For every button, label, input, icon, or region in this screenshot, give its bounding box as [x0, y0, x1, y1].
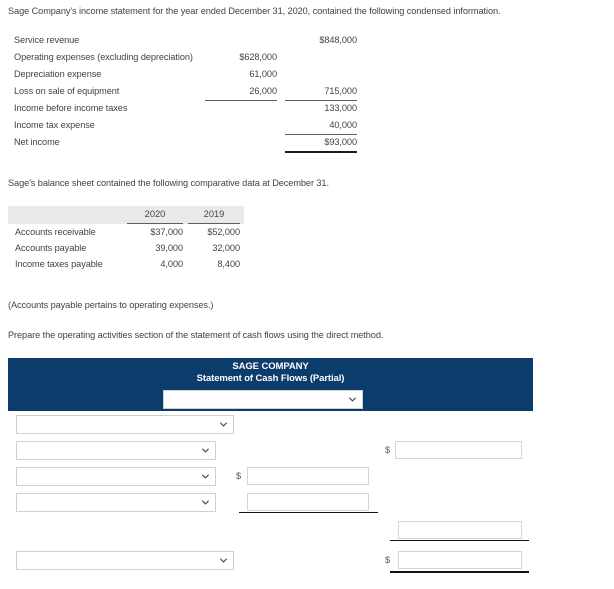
table-row: Accounts payable 39,000 32,000: [8, 240, 244, 256]
cell-2020: 4,000: [160, 259, 183, 269]
line-item-select-wrapper-2[interactable]: [16, 441, 216, 460]
income-statement-row: Net income $93,000: [0, 134, 614, 153]
amount-input-row5-right[interactable]: [398, 521, 522, 539]
cell-2019: $52,000: [207, 227, 240, 237]
row-col2: $848,000: [319, 35, 357, 45]
line-item-select-wrapper-1[interactable]: [16, 415, 234, 434]
line-item-select-3[interactable]: [16, 467, 216, 486]
row-label: Income taxes payable: [15, 259, 103, 269]
row-label: Net income: [14, 137, 60, 147]
dollar-sign-row2-right: $: [385, 445, 391, 455]
cell-2019: 8,400: [217, 259, 240, 269]
statement-title: Statement of Cash Flows (Partial): [196, 373, 345, 384]
cell-2020: $37,000: [150, 227, 183, 237]
row-label: Income before income taxes: [14, 103, 128, 113]
row-label: Loss on sale of equipment: [14, 86, 120, 96]
cell-2020: 39,000: [155, 243, 183, 253]
intro-paragraph: Sage Company's income statement for the …: [8, 6, 501, 16]
dollar-sign-row6-right: $: [385, 555, 391, 565]
company-name: SAGE COMPANY: [232, 361, 309, 372]
row-label: Depreciation expense: [14, 69, 102, 79]
amount-input-row4-mid[interactable]: [247, 493, 369, 511]
column-header-2020: 2020: [127, 207, 183, 224]
worksheet-page: Sage Company's income statement for the …: [0, 0, 614, 589]
income-statement-row: Depreciation expense 61,000: [0, 66, 614, 83]
income-statement-row: Income tax expense 40,000: [0, 117, 614, 135]
cell-2019: 32,000: [212, 243, 240, 253]
row-col2: 133,000: [324, 103, 357, 113]
instruction-paragraph: Prepare the operating activities section…: [8, 330, 384, 340]
table-row: Accounts receivable $37,000 $52,000: [8, 224, 244, 240]
row-col1: 61,000: [249, 69, 277, 79]
row-label: Operating expenses (excluding depreciati…: [14, 52, 193, 62]
income-statement-row: Loss on sale of equipment 26,000 715,000: [0, 83, 614, 101]
statement-section-select-wrapper[interactable]: [163, 390, 363, 409]
column-header-2019: 2019: [188, 207, 240, 224]
income-statement-row: Operating expenses (excluding depreciati…: [0, 49, 614, 66]
line-item-select-6[interactable]: [16, 551, 234, 570]
row-label: Income tax expense: [14, 120, 95, 130]
accounts-payable-note: (Accounts payable pertains to operating …: [8, 300, 214, 310]
table-row: Income taxes payable 4,000 8,400: [8, 256, 244, 272]
line-item-select-1[interactable]: [16, 415, 234, 434]
statement-section-select[interactable]: [163, 390, 363, 409]
dollar-sign-row3-mid: $: [236, 471, 242, 481]
row-col1: $628,000: [239, 52, 277, 62]
income-statement-row: Income before income taxes 133,000: [0, 100, 614, 117]
subtotal-rule-mid: [239, 512, 378, 513]
amount-input-row2-right[interactable]: [395, 441, 522, 459]
balance-sheet-lead-paragraph: Sage's balance sheet contained the follo…: [8, 178, 329, 188]
row-label: Service revenue: [14, 35, 80, 45]
row-col1: 26,000: [205, 83, 277, 101]
row-col2: $93,000: [285, 134, 357, 153]
line-item-select-wrapper-4[interactable]: [16, 493, 216, 512]
line-item-select-wrapper-6[interactable]: [16, 551, 234, 570]
amount-input-row3-mid[interactable]: [247, 467, 369, 485]
line-item-select-wrapper-3[interactable]: [16, 467, 216, 486]
income-statement-row: Service revenue $848,000: [0, 32, 614, 49]
row-label: Accounts receivable: [15, 227, 96, 237]
row-col2: 40,000: [285, 117, 357, 135]
income-statement: Service revenue $848,000 Operating expen…: [0, 32, 614, 153]
row-label: Accounts payable: [15, 243, 87, 253]
subtotal-rule-right: [390, 540, 529, 541]
amount-input-row6-right[interactable]: [398, 551, 522, 569]
line-item-select-2[interactable]: [16, 441, 216, 460]
total-rule-right: [390, 571, 529, 573]
table-header-row: 2020 2019: [8, 206, 244, 224]
row-col2: 715,000: [285, 83, 357, 101]
comparative-balance-sheet-table: 2020 2019 Accounts receivable $37,000 $5…: [8, 206, 244, 272]
line-item-select-4[interactable]: [16, 493, 216, 512]
